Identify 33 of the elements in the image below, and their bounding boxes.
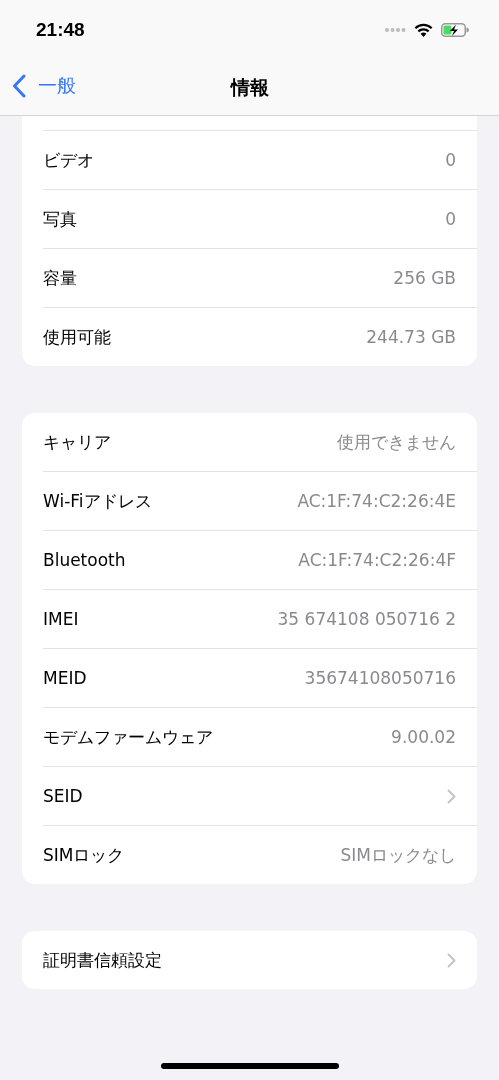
row-value: 使用できません [337,430,456,454]
row-label: 容量 [43,266,77,290]
row-label: SIMロック [43,843,125,867]
signal-icon [384,27,406,33]
back-button[interactable]: 一般 [12,73,76,99]
row-value: 0 [445,150,456,170]
row-label: モデムファームウェア [43,725,213,749]
row-label: ビデオ [43,148,94,172]
battery-charging-icon [441,23,469,37]
row-value: 9.00.02 [391,727,456,747]
row-label: IMEI [43,609,79,629]
row-label: キャリア [43,430,111,454]
row-value: 35674108050716 [304,668,456,688]
row-label: 写真 [43,207,77,231]
row-label: MEID [43,668,87,688]
row-label: Bluetooth [43,550,126,570]
row-value: AC:1F:74:C2:26:4F [298,550,456,570]
row-value: 256 GB [393,268,456,288]
row-value: 35 674108 050716 2 [277,609,456,629]
nav-title: 情報 [230,74,269,100]
row-value: 0 [445,209,456,229]
chevron-right-icon [447,952,456,968]
row-label: 使用可能 [43,325,111,349]
chevron-right-icon [447,788,456,804]
row-label: Wi-Fiアドレス [43,489,152,513]
row-value: 244.73 GB [366,327,456,347]
settings-row[interactable]: 証明書信頼設定 [43,931,477,989]
settings-row[interactable]: SEID [43,767,477,826]
status-time: 21:48 [36,19,85,41]
wifi-icon [414,23,433,37]
row-value: SIMロックなし [340,843,456,867]
row-value: AC:1F:74:C2:26:4E [297,491,456,511]
back-chevron-icon [12,74,26,98]
